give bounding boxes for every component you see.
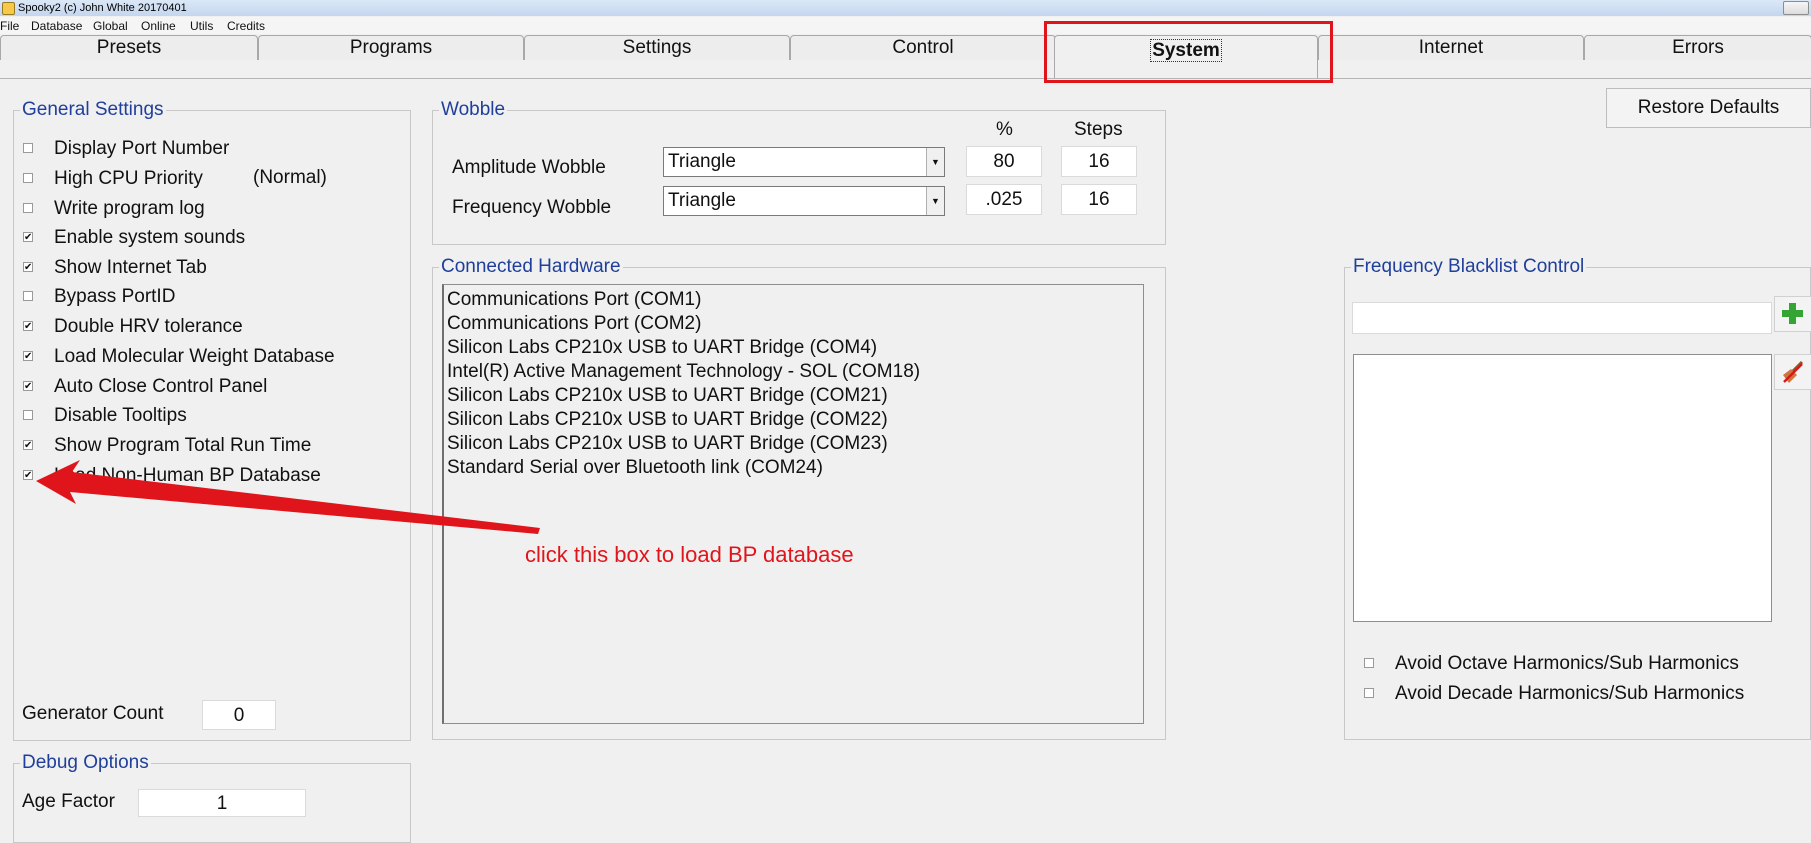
annotation-arrow <box>36 460 540 534</box>
annotation-note: click this box to load BP database <box>525 542 854 567</box>
